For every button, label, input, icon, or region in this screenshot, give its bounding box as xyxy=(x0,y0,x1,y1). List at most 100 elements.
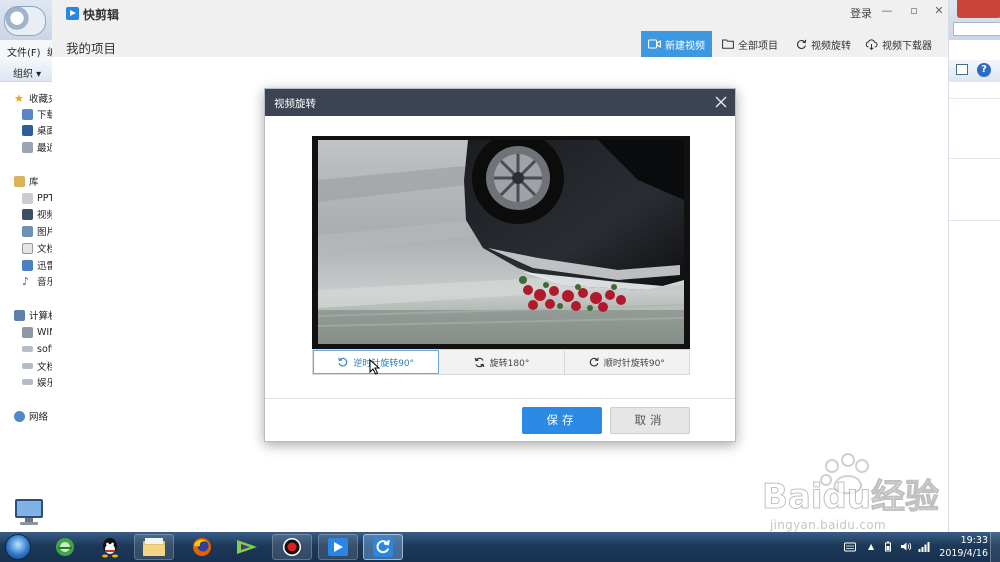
qq-icon xyxy=(102,538,118,558)
mouse-cursor-icon xyxy=(369,359,381,375)
screen-recorder-icon xyxy=(283,538,301,556)
app-title-bar: 快剪辑 登录 — ▫ ✕ xyxy=(52,0,948,30)
libraries-icon xyxy=(14,175,25,187)
volume-icon[interactable] xyxy=(900,541,912,552)
nav-drive-win[interactable]: WIN xyxy=(22,324,55,340)
nav-downloads[interactable]: 下载 xyxy=(22,106,55,122)
divider xyxy=(949,220,1000,221)
nav-libraries[interactable]: 库 xyxy=(14,173,55,189)
organize-button[interactable]: 组织 ▾ xyxy=(13,65,41,80)
app-header: 我的项目 新建视频 全部项目 视频旋转 视频下载器 xyxy=(52,30,948,57)
drive-icon xyxy=(22,363,33,369)
explorer-nav-pane: ★ 收藏夹 下载 桌面 最近 库 PPT 视频 图片 文档 迅雷 ♪ 音乐 计算… xyxy=(0,82,55,532)
new-video-button[interactable]: 新建视频 xyxy=(641,31,712,57)
dialog-title: 视频旋转 xyxy=(274,98,316,110)
minimize-icon[interactable]: — xyxy=(878,3,896,19)
nav-desktop[interactable]: 桌面 xyxy=(22,122,55,138)
cancel-button[interactable]: 取消 xyxy=(610,407,690,434)
video-preview xyxy=(312,136,690,349)
xunlei-icon xyxy=(22,259,33,271)
network-signal-icon[interactable] xyxy=(918,541,930,552)
network-icon xyxy=(14,410,25,422)
rotate-icon xyxy=(797,39,807,49)
explorer-toolbar: 组织 ▾ xyxy=(0,60,55,82)
rotate-180-option[interactable]: 旋转180° xyxy=(439,350,565,374)
show-hidden-icons-icon[interactable]: ▲ xyxy=(868,541,878,552)
nav-drive-soft[interactable]: soft xyxy=(22,341,55,357)
nav-recent[interactable]: 最近 xyxy=(22,139,55,155)
downloads-folder-icon xyxy=(22,108,33,120)
nav-network[interactable]: 网络 xyxy=(14,408,55,424)
clock-date[interactable]: 2019/4/16 xyxy=(938,548,988,559)
picture-library-icon xyxy=(22,225,33,237)
taskbar-app-ie[interactable] xyxy=(45,534,85,560)
video-frame-image xyxy=(318,140,684,344)
page-title: 我的项目 xyxy=(66,41,117,56)
dialog-header: 视频旋转 xyxy=(265,89,735,116)
nav-videos[interactable]: 视频 xyxy=(22,206,55,222)
divider xyxy=(949,158,1000,159)
kuaijianji-logo-icon xyxy=(66,7,79,20)
taskbar-app-file-explorer[interactable] xyxy=(134,534,174,560)
system-tray: ▲ 19:33 2019/4/16 xyxy=(838,532,1000,562)
clock-time[interactable]: 19:33 xyxy=(948,535,988,546)
rotate-cw-icon xyxy=(589,357,599,367)
kuaijianji-icon xyxy=(328,538,348,556)
drive-icon xyxy=(22,379,33,385)
menu-file[interactable]: 文件(F) xyxy=(7,44,41,59)
close-icon[interactable] xyxy=(713,94,729,110)
login-link[interactable]: 登录 xyxy=(850,5,872,21)
preview-pane-icon[interactable] xyxy=(956,64,968,75)
video-camera-icon xyxy=(648,39,661,49)
taskbar-app-qq[interactable] xyxy=(90,534,130,560)
computer-icon xyxy=(14,309,25,321)
power-icon[interactable] xyxy=(884,541,892,552)
explorer-right-edge: ? xyxy=(948,0,1000,532)
watermark-url: jingyan.baidu.com xyxy=(770,518,886,532)
document-library-icon xyxy=(22,192,33,204)
video-editor-icon xyxy=(237,540,257,554)
close-icon[interactable]: ✕ xyxy=(930,3,948,19)
download-cloud-icon xyxy=(865,38,878,50)
taskbar-app-video-editor[interactable] xyxy=(227,534,267,560)
video-downloader-button[interactable]: 视频下载器 xyxy=(858,31,939,57)
nav-computer[interactable]: 计算机 xyxy=(14,307,55,323)
explorer-search-input[interactable] xyxy=(953,22,1000,36)
show-desktop-button[interactable] xyxy=(990,532,1000,562)
taskbar-app-kuaijianji[interactable] xyxy=(318,534,358,560)
divider xyxy=(949,98,1000,99)
explorer-close-button[interactable] xyxy=(957,0,1000,18)
keyboard-icon[interactable] xyxy=(844,541,856,552)
nav-pictures[interactable]: 图片 xyxy=(22,223,55,239)
save-button[interactable]: 保存 xyxy=(522,407,602,434)
taskbar-app-video-rotate[interactable] xyxy=(363,534,403,560)
nav-xunlei[interactable]: 迅雷 xyxy=(22,257,55,273)
rotate-cw-90-option[interactable]: 顺时针旋转90° xyxy=(565,350,689,374)
folder-icon xyxy=(722,39,734,49)
dialog-divider xyxy=(265,398,735,399)
nav-favorites[interactable]: ★ 收藏夹 xyxy=(14,90,55,106)
taskbar-app-screen-recorder[interactable] xyxy=(272,534,312,560)
nav-ppt[interactable]: PPT xyxy=(22,190,55,206)
document-icon xyxy=(22,242,33,254)
video-rotate-button[interactable]: 视频旋转 xyxy=(789,31,858,57)
recent-places-icon xyxy=(22,141,33,153)
drive-icon xyxy=(22,346,33,352)
nav-documents[interactable]: 文档 xyxy=(22,240,55,256)
firefox-icon xyxy=(193,538,211,556)
all-projects-button[interactable]: 全部项目 xyxy=(715,31,785,57)
star-icon: ★ xyxy=(14,91,24,105)
desktop-icon xyxy=(22,124,33,136)
video-rotate-dialog: 视频旋转 逆时针旋转90° 旋转180° 顺时针旋转90° 保存 取消 xyxy=(264,88,736,442)
help-icon[interactable]: ? xyxy=(977,63,991,77)
nav-drive-ent[interactable]: 娱乐 xyxy=(22,374,55,390)
taskbar: ▲ 19:33 2019/4/16 xyxy=(0,532,1000,562)
explorer-back-forward-icon[interactable] xyxy=(4,6,46,36)
taskbar-app-firefox[interactable] xyxy=(182,534,222,560)
start-button[interactable] xyxy=(5,534,31,560)
nav-drive-doc[interactable]: 文档 xyxy=(22,358,55,374)
rotate-ccw-icon xyxy=(338,357,348,367)
nav-music[interactable]: ♪ 音乐 xyxy=(22,273,55,289)
maximize-icon[interactable]: ▫ xyxy=(905,3,923,19)
video-rotate-icon xyxy=(373,537,393,557)
